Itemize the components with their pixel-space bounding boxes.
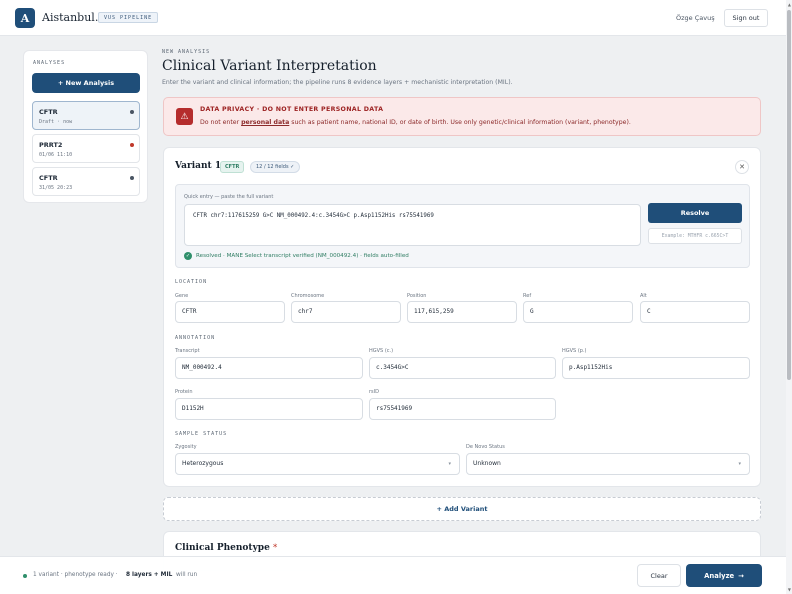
de-novo-select[interactable]: Unknown ▾ — [466, 453, 750, 475]
hgvs-c-label: HGVS (c.) — [369, 348, 394, 354]
quick-entry-input[interactable]: CFTR chr7:117615259 G>C NM_000492.4:c.34… — [184, 204, 641, 246]
transcript-label: Transcript — [175, 348, 200, 354]
hgvs-p-field[interactable]: p.Asp1152His — [562, 357, 750, 379]
status-text: 1 variant · phenotype ready · — [33, 572, 118, 578]
location-section-label: LOCATION — [175, 279, 208, 285]
pipeline-badge: VUS PIPELINE — [98, 12, 159, 23]
sidebar-item-date: Draft · now — [39, 119, 73, 125]
protein-label: Protein — [175, 389, 193, 395]
annotation-section-label: ANNOTATION — [175, 335, 216, 341]
sidebar-item-cftr-draft[interactable]: CFTR Draft · now — [32, 101, 140, 130]
chromosome-field[interactable]: chr7 — [291, 301, 401, 323]
de-novo-label: De Novo Status — [466, 444, 505, 450]
sidebar-item-prrt2[interactable]: PRRT2 01/06 11:10 — [32, 134, 140, 163]
ref-field[interactable]: G — [523, 301, 633, 323]
user-name[interactable]: Özge Çavuş — [676, 14, 715, 22]
add-variant-button[interactable]: + Add Variant — [163, 497, 761, 521]
phenotype-title-text: Clinical Phenotype — [175, 543, 270, 553]
resolve-button[interactable]: Resolve — [648, 203, 742, 223]
status-dot — [130, 143, 134, 147]
required-marker: * — [272, 543, 278, 553]
hgvs-p-label: HGVS (p.) — [562, 348, 587, 354]
page-scrollbar[interactable]: ▲ ▼ — [786, 0, 792, 594]
alert-text: Do not enter personal data such as patie… — [200, 119, 631, 126]
top-bar: A Aistanbul. VUS PIPELINE Özge Çavuş Sig… — [0, 0, 786, 36]
will-run-text: will run — [176, 572, 198, 578]
chevron-down-icon: ▾ — [738, 461, 741, 467]
rsid-field[interactable]: rs75541969 — [369, 398, 556, 420]
sidebar-item-name: CFTR — [39, 174, 58, 182]
hgvs-c-field[interactable]: c.3454G>C — [369, 357, 556, 379]
alert-text-start: Do not enter — [200, 119, 242, 126]
zygosity-value: Heterozygous — [182, 460, 224, 467]
variant-title: Variant 1 — [175, 161, 222, 171]
sidebar-item-date: 31/05 20:23 — [39, 185, 73, 191]
logo-icon: A — [15, 8, 35, 28]
position-field[interactable]: 117,615,259 — [407, 301, 517, 323]
ref-label: Ref — [523, 293, 532, 299]
scroll-down-icon[interactable]: ▼ — [788, 587, 791, 592]
brand-name: Aistanbul. — [42, 11, 99, 24]
rsid-label: rsID — [369, 389, 379, 395]
ready-status-dot — [23, 574, 27, 578]
clear-button[interactable]: Clear — [637, 564, 681, 587]
resolved-status: ✓ Resolved · MANE Select transcript veri… — [184, 252, 409, 260]
gene-badge: CFTR — [220, 161, 245, 173]
resolved-text: Resolved · MANE Select transcript verifi… — [196, 253, 409, 259]
zygosity-label: Zygosity — [175, 444, 197, 450]
chevron-down-icon: ▾ — [448, 461, 451, 467]
arrow-right-icon: → — [738, 571, 744, 580]
sidebar-item-name: PRRT2 — [39, 141, 63, 149]
page-eyebrow: NEW ANALYSIS — [162, 49, 211, 55]
sample-status-section-label: SAMPLE STATUS — [175, 431, 228, 437]
close-icon: ✕ — [739, 163, 745, 171]
sidebar-item-date: 01/06 11:10 — [39, 152, 73, 158]
page-description: Enter the variant and clinical informati… — [162, 79, 513, 86]
scroll-up-icon[interactable]: ▲ — [788, 2, 791, 7]
status-dot — [130, 110, 134, 114]
analyze-button[interactable]: Analyze → — [686, 564, 762, 587]
quick-entry-panel: Quick entry — paste the full variant CFT… — [175, 184, 750, 268]
layers-text: 8 layers + MIL — [126, 572, 173, 578]
fields-count-badge: 12 / 12 fields ✓ — [250, 161, 301, 173]
warning-icon: ⚠ — [176, 108, 193, 125]
alt-field[interactable]: C — [640, 301, 750, 323]
gene-label: Gene — [175, 293, 189, 299]
variant-card: Variant 1 CFTR 12 / 12 fields ✓ ✕ Quick … — [163, 147, 761, 487]
sign-out-button[interactable]: Sign out — [724, 9, 768, 27]
chromosome-label: Chromosome — [291, 293, 325, 299]
page-title: Clinical Variant Interpretation — [162, 58, 377, 74]
gene-field[interactable]: CFTR — [175, 301, 285, 323]
analyze-label: Analyze — [704, 571, 735, 580]
sidebar-item-name: CFTR — [39, 108, 58, 116]
alert-text-emphasis: personal data — [241, 119, 290, 126]
transcript-field[interactable]: NM_000492.4 — [175, 357, 363, 379]
scroll-thumb[interactable] — [787, 10, 791, 380]
zygosity-select[interactable]: Heterozygous ▾ — [175, 453, 460, 475]
protein-field[interactable]: D1152H — [175, 398, 363, 420]
quick-entry-label: Quick entry — paste the full variant — [184, 194, 274, 200]
position-label: Position — [407, 293, 427, 299]
sidebar-item-cftr[interactable]: CFTR 31/05 20:23 — [32, 167, 140, 196]
alert-title: DATA PRIVACY · DO NOT ENTER PERSONAL DAT… — [200, 106, 384, 113]
de-novo-value: Unknown — [473, 460, 501, 467]
remove-variant-button[interactable]: ✕ — [735, 160, 749, 174]
action-bar: 1 variant · phenotype ready · 8 layers +… — [0, 556, 786, 594]
alt-label: Alt — [640, 293, 647, 299]
new-analysis-button[interactable]: + New Analysis — [32, 73, 140, 93]
check-icon: ✓ — [184, 252, 192, 260]
analyses-sidebar: ANALYSES + New Analysis CFTR Draft · now… — [23, 50, 148, 203]
sidebar-title: ANALYSES — [33, 60, 66, 66]
status-dot — [130, 176, 134, 180]
alert-text-end: such as patient name, national ID, or da… — [289, 119, 631, 126]
phenotype-title: Clinical Phenotype * — [175, 543, 277, 553]
example-button[interactable]: Example: MTHFR c.665C>T — [648, 228, 742, 244]
privacy-alert: ⚠ DATA PRIVACY · DO NOT ENTER PERSONAL D… — [163, 97, 761, 136]
